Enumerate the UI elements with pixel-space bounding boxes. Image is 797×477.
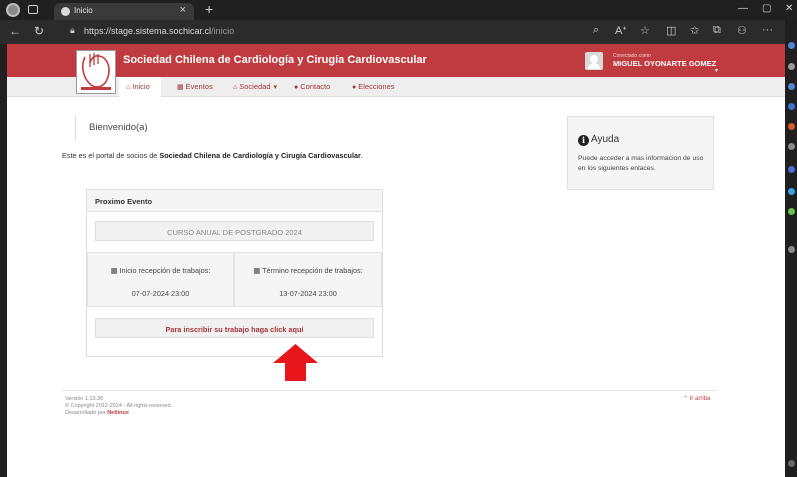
red-arrow-icon	[273, 344, 318, 381]
outlook-icon[interactable]	[788, 166, 795, 173]
nav-eventos[interactable]: ▦ Eventos	[177, 77, 213, 97]
submit-work-link[interactable]: Para inscribir su trabajo haga click aqu…	[95, 318, 374, 338]
heart-logo-icon	[81, 53, 111, 90]
nav-sociedad-label: Sociedad	[239, 82, 271, 91]
favorite-star-icon[interactable]: ☆	[640, 24, 650, 37]
close-window-icon[interactable]: ✕	[785, 3, 793, 14]
extensions-icon[interactable]: ⚇	[737, 24, 747, 37]
url-path: /inicio	[211, 26, 235, 36]
start-date-label: Inicio recepción de trabajos:	[119, 266, 211, 275]
end-date-cell: ▦ Término recepción de trabajos: 13-07-2…	[234, 252, 382, 307]
help-text: Puede acceder a mas informacion de uso e…	[578, 155, 704, 172]
intro-text: Este es el portal de socios de Sociedad …	[62, 151, 363, 160]
event-card-header: Proximo Evento	[87, 190, 382, 212]
info-icon: ●	[294, 84, 299, 91]
split-screen-icon[interactable]: ◫	[666, 24, 676, 37]
browser-titlebar: Inicio × + — ▢ ✕	[0, 0, 797, 20]
refresh-icon[interactable]: ↻	[34, 24, 44, 38]
browser-tab[interactable]: Inicio ×	[54, 3, 194, 20]
back-to-top-link[interactable]: ⌃ Ir arriba	[683, 395, 710, 402]
bank-icon: ⌂	[233, 84, 238, 91]
nav-contacto-label: Contacto	[300, 82, 331, 91]
site-title: Sociedad Chilena de Cardiología y Cirugí…	[123, 54, 427, 66]
society-name: Sociedad Chilena de Cardiología y Cirugí…	[159, 151, 361, 160]
nav-eventos-label: Eventos	[185, 82, 213, 91]
drop-icon[interactable]	[788, 188, 795, 195]
nav-elecciones-label: Elecciones	[358, 82, 395, 91]
start-date-cell: ▦ Inicio recepción de trabajos: 07-07-20…	[87, 252, 234, 307]
nav-contacto[interactable]: ● Contacto	[294, 77, 330, 97]
nav-elecciones[interactable]: ● Elecciones	[352, 77, 395, 97]
tab-actions-icon[interactable]	[28, 5, 38, 14]
games-icon[interactable]	[788, 143, 795, 150]
address-bar-row: ← ↻ 🔒︎ https://stage.sistema.sochicar.cl…	[0, 20, 797, 44]
calendar-icon: ▦	[253, 266, 263, 275]
footer-divider	[62, 390, 717, 391]
user-caret-icon[interactable]: ▼	[714, 68, 719, 74]
avatar[interactable]	[585, 52, 603, 70]
version-text: Versión 1.13.36	[65, 396, 104, 402]
search-icon[interactable]	[788, 63, 795, 70]
profile-icon[interactable]	[6, 3, 20, 17]
calendar-icon: ▦	[110, 266, 120, 275]
dropdown-caret-icon: ▾	[273, 84, 278, 91]
add-sidebar-icon[interactable]	[788, 246, 795, 253]
event-card: Proximo Evento CURSO ANUAL DE POSTGRADO …	[86, 189, 383, 357]
back-icon[interactable]: ←	[9, 24, 21, 38]
settings-icon[interactable]	[788, 460, 795, 467]
copyright-text: © Copyright 2012-2024 - All rights reser…	[65, 403, 173, 409]
designer-icon[interactable]	[788, 208, 795, 215]
end-date-value: 13-07-2024 23:00	[279, 289, 337, 298]
main-navbar: ⌂ Inicio ▦ Eventos ⌂ Sociedad ▾ ● Contacto ● E…	[7, 77, 785, 97]
new-tab-button[interactable]: +	[205, 1, 213, 17]
nav-inicio-label: Inicio	[132, 82, 150, 91]
tools-icon[interactable]	[788, 103, 795, 110]
office-icon[interactable]	[788, 123, 795, 130]
lock-icon: 🔒︎	[70, 25, 75, 35]
tab-close-icon[interactable]: ×	[180, 4, 186, 16]
search-icon[interactable]: ⌕	[593, 24, 599, 37]
url-host: https://stage.sistema.sochicar.cl	[84, 26, 212, 36]
url-field[interactable]: 🔒︎ https://stage.sistema.sochicar.cl/ini…	[62, 23, 607, 40]
favorites-icon[interactable]: ✩	[690, 24, 699, 37]
chevron-up-icon: ⌃	[683, 396, 690, 402]
page-viewport: Sociedad Chilena de Cardiología y Cirugí…	[7, 44, 785, 477]
site-header: Sociedad Chilena de Cardiología y Cirugí…	[7, 44, 785, 77]
nav-sociedad[interactable]: ⌂ Sociedad ▾	[233, 77, 279, 97]
nav-inicio[interactable]: ⌂ Inicio	[119, 77, 161, 97]
help-title: Ayuda	[591, 134, 620, 145]
event-name: CURSO ANUAL DE POSTGRADO 2024	[95, 221, 374, 241]
calendar-icon: ▦	[177, 84, 184, 91]
home-icon: ⌂	[126, 84, 131, 91]
developer-link[interactable]: Netlinux	[107, 410, 129, 416]
sochicar-logo[interactable]	[76, 50, 116, 94]
maximize-icon[interactable]: ▢	[762, 3, 771, 14]
footer: Versión 1.13.36 © Copyright 2012-2024 - …	[65, 396, 173, 416]
welcome-heading: Bienvenido(a)	[75, 115, 330, 141]
tab-title: Inicio	[74, 6, 93, 15]
copilot-icon[interactable]	[788, 42, 795, 49]
end-date-label: Término recepción de trabajos:	[262, 266, 363, 275]
favicon-icon	[61, 7, 70, 16]
info-icon: i	[578, 135, 589, 146]
user-name[interactable]: MIGUEL OYONARTE GOMEZ	[613, 59, 716, 68]
info-icon: ●	[352, 84, 357, 91]
help-panel: i Ayuda Puede acceder a mas informacion d…	[567, 116, 714, 190]
shopping-icon[interactable]	[788, 83, 795, 90]
start-date-value: 07-07-2024 23:00	[131, 289, 190, 298]
collections-icon[interactable]: ⧉	[713, 24, 721, 37]
minimize-icon[interactable]: —	[738, 3, 748, 14]
more-menu-icon[interactable]: ···	[762, 24, 773, 36]
edge-sidebar	[785, 20, 797, 477]
read-aloud-icon[interactable]: Aᐩ	[615, 24, 627, 37]
